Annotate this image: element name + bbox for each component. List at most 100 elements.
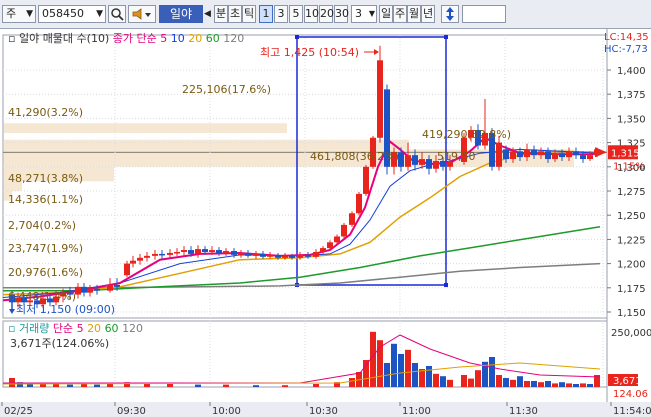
candle-down (231, 251, 237, 255)
candle-up (510, 151, 516, 160)
candle-down (260, 253, 266, 257)
candle-down (412, 155, 418, 165)
interval-5-button[interactable]: 5 (289, 5, 303, 23)
volume-bar (167, 384, 173, 387)
candle-up (363, 166, 369, 194)
volume-bar (566, 383, 572, 387)
volume-profile-label: 20,976(1.6%) (8, 266, 83, 279)
volume-legend: ▫ 거래량 단순 5 20 60 120 (8, 322, 143, 335)
candle-up (552, 153, 558, 160)
period-month-button[interactable]: 월 (407, 5, 421, 23)
volume-value-label: 3,671 (613, 376, 642, 387)
current-volume-label: 3,671주(124.06%) (10, 337, 109, 350)
volume-bar (545, 381, 551, 387)
stock-code-value: 058450 (42, 7, 84, 20)
updown-button[interactable] (441, 5, 459, 23)
candle-up (238, 252, 244, 255)
period-sec-button[interactable]: 초 (228, 5, 242, 23)
period-year-button[interactable]: 년 (421, 5, 435, 23)
candle-down (245, 252, 251, 256)
volume-bar (282, 385, 288, 387)
volume-tick-label: 250,000 (611, 328, 651, 339)
chevron-down-icon: ▼ (96, 9, 103, 19)
stock-code-input[interactable]: 058450 ▼ (38, 5, 106, 23)
candle-up (334, 236, 340, 243)
low-price-annotation: 최저 1,150 (09:00) (16, 303, 115, 316)
triangle-left-icon[interactable]: ◀ (204, 5, 214, 23)
candle-down (202, 249, 208, 252)
volume-profile-label: 6,448(1.4%) (8, 290, 76, 303)
period-week-button[interactable]: 주 (393, 5, 407, 23)
candle-up (524, 149, 530, 158)
chart-toolbar: 주 ▼ 058450 ▼ 일야 ◀ 분 초 틱 1 3 5 10 20 30 3… (0, 0, 651, 29)
candle-up (405, 155, 411, 167)
hc-label: HC:-7,73 (604, 44, 648, 55)
interval-20-button[interactable]: 20 (319, 5, 334, 23)
candle-down (94, 288, 100, 291)
volume-profile-label: 419,290(32.8%) (422, 128, 511, 141)
candle-down (517, 151, 523, 158)
volume-bar (398, 354, 404, 387)
chart-area[interactable]: 1,4001,3751,3501,3251,3001,2751,2501,225… (0, 29, 651, 417)
volume-bar (517, 376, 523, 387)
interval-3-button[interactable]: 3 (274, 5, 288, 23)
candle-up (419, 159, 425, 165)
volume-bar (587, 384, 593, 387)
candle-up (356, 193, 362, 214)
volume-profile-label: 225,106(17.6%) (182, 83, 271, 96)
market-select-label: 주 (6, 7, 17, 20)
volume-bar (524, 381, 530, 387)
volume-bar (94, 384, 100, 387)
extra-input[interactable] (462, 5, 506, 23)
candle-up (282, 255, 288, 258)
interval-dropdown[interactable]: 3 ▼ (351, 5, 377, 23)
candle-down (305, 254, 311, 257)
candle-down (114, 284, 120, 287)
interval-1-button[interactable]: 1 (259, 5, 273, 23)
stock-name-label: 일야 (159, 5, 203, 23)
candle-up (223, 251, 229, 253)
price-tick-label: 1,200 (617, 260, 646, 271)
volume-profile-label: 461,808(36.2%) (310, 150, 399, 163)
candle-up (496, 142, 502, 167)
interval-30-button[interactable]: 30 (334, 5, 349, 23)
volume-bar (40, 384, 46, 387)
time-tick-label: 11:54:0 (613, 406, 651, 417)
volume-profile-label: 41,290(3.2%) (8, 106, 83, 119)
volume-bar (538, 382, 544, 387)
period-day-button[interactable]: 일 (379, 5, 393, 23)
candle-down (188, 250, 194, 254)
volume-profile-label: 14,336(1.1%) (8, 193, 83, 206)
price-tick-label: 1,250 (617, 211, 646, 222)
period-tick-button[interactable]: 틱 (242, 5, 256, 23)
candle-up (313, 251, 319, 257)
volume-bar (461, 375, 467, 387)
market-select[interactable]: 주 ▼ (2, 5, 36, 23)
search-button[interactable] (108, 5, 126, 23)
interval-10-button[interactable]: 10 (304, 5, 319, 23)
candle-up (124, 263, 130, 276)
main-legend: ▫ 일야 매물대 수(10) 종가 단순 5 10 20 60 120 (8, 31, 244, 45)
sound-button[interactable] (128, 5, 156, 23)
selection-handle (444, 283, 448, 287)
volume-bar (253, 385, 259, 387)
candle-down (573, 151, 579, 156)
candle-down (275, 254, 281, 258)
candle-up (538, 151, 544, 156)
candle-down (81, 286, 87, 293)
period-min-button[interactable]: 분 (214, 5, 228, 23)
candle-up (267, 254, 273, 257)
price-tick-label: 1,150 (617, 308, 646, 319)
price-tick-label: 1,275 (617, 187, 646, 198)
volume-bar (503, 378, 509, 387)
time-tick-label: 11:30 (509, 406, 538, 417)
volume-bar (552, 383, 558, 387)
search-icon (111, 8, 124, 21)
volume-ratio-label: 124.06 (613, 389, 648, 400)
volume-bar (440, 376, 446, 387)
candle-up (137, 257, 143, 261)
candle-up (195, 249, 201, 254)
volume-bar (363, 360, 369, 387)
volume-bar (53, 384, 59, 387)
volume-profile-bar (4, 139, 409, 150)
